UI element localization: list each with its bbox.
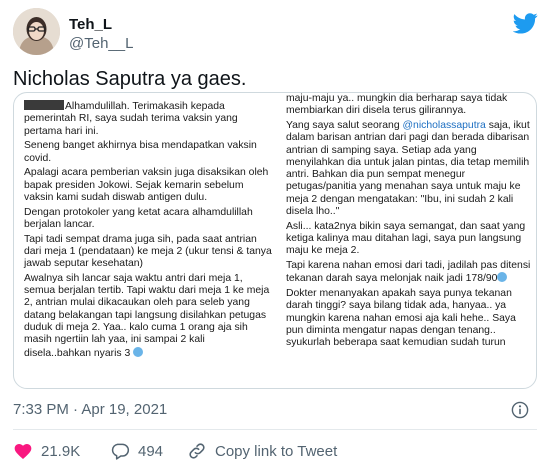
heart-icon — [14, 444, 32, 459]
image-paragraph: maju-maju ya.. mungkin dia berharap saya… — [286, 93, 508, 117]
twitter-bird-icon[interactable] — [512, 10, 538, 35]
image-paragraph: Alhamdulillah. Terimakasih kepada pemeri… — [24, 100, 238, 137]
user-block[interactable]: Teh_L @Teh__L — [69, 15, 133, 53]
display-name[interactable]: Teh_L — [69, 15, 133, 34]
tweet-header: Teh_L @Teh__L — [13, 8, 538, 58]
copy-link-button[interactable]: Copy link to Tweet — [187, 441, 337, 461]
tweet-timestamp[interactable]: 7:33 PM · Apr 19, 2021 — [13, 400, 167, 419]
image-paragraph: Apalagi acara pemberian vaksin juga disa… — [24, 167, 269, 203]
reply-icon — [111, 443, 130, 460]
like-count: 21.9K — [41, 442, 81, 460]
image-paragraph: Yang saya salut seorang @nicholassaputra… — [286, 119, 530, 218]
image-left-column: Alhamdulillah. Terimakasih kepada pemeri… — [24, 100, 274, 362]
cold-sweat-emoji-icon — [497, 272, 508, 283]
reply-button[interactable]: 494 — [110, 441, 163, 461]
tweet-image[interactable]: Alhamdulillah. Terimakasih kepada pemeri… — [13, 92, 537, 389]
image-paragraph: Asli... kata2nya bikin saya semangat, da… — [286, 220, 526, 257]
divider — [13, 429, 537, 430]
user-handle[interactable]: @Teh__L — [69, 34, 133, 53]
image-paragraph: Seneng banget akhirnya bisa mendapatkan … — [24, 140, 257, 164]
reply-count: 494 — [138, 442, 164, 460]
image-paragraph: Tapi tadi sempat drama juga sih, pada sa… — [24, 233, 272, 270]
image-right-column: maju-maju ya.. mungkin dia berharap saya… — [286, 93, 532, 352]
image-paragraph: Tapi karena nahan emosi dari tadi, jadil… — [286, 260, 531, 285]
image-paragraph: Dengan protokoler yang ketat acara alham… — [24, 206, 253, 230]
image-paragraph: Awalnya sih lancar saja waktu antri dari… — [24, 272, 270, 359]
link-icon — [189, 443, 205, 459]
redacted-name — [24, 100, 64, 110]
like-button[interactable]: 21.9K — [13, 441, 80, 461]
image-paragraph: Dokter menanyakan apakah saya punya teka… — [286, 288, 516, 349]
avatar[interactable] — [13, 8, 60, 55]
copy-link-label: Copy link to Tweet — [215, 442, 338, 460]
cold-sweat-emoji-icon — [133, 346, 144, 357]
info-icon[interactable] — [511, 401, 529, 419]
tweet-text: Nicholas Saputra ya gaes. — [13, 68, 247, 90]
mention-link: @nicholassaputra — [402, 119, 486, 131]
